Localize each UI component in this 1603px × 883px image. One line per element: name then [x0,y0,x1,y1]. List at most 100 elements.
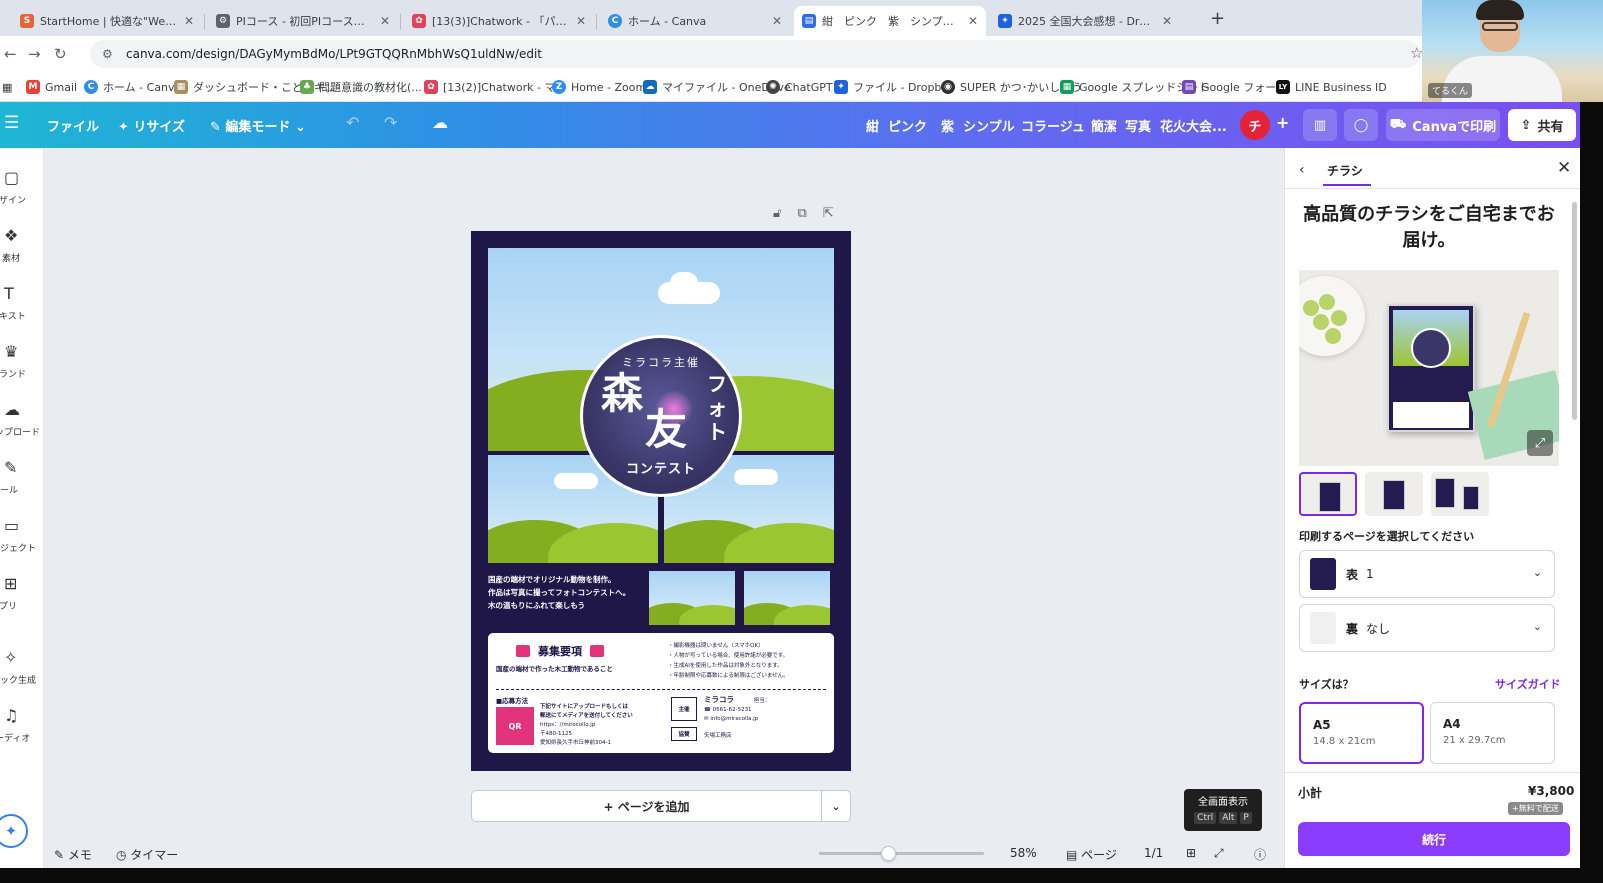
sidebar-item-apps[interactable]: ⊞ アプリ [0,574,44,612]
tab-close-icon[interactable]: ✕ [380,14,390,28]
design-title-word[interactable]: 写真 [1125,116,1151,135]
guidelines-box[interactable]: 募集要項 国産の端材で作った木工動物であること ・撮影機器は問いません（スマホO… [488,633,834,753]
site-settings-icon[interactable]: ⚙ [102,47,116,61]
mockup-thumbnail-2[interactable] [1365,472,1423,516]
browser-tab-6[interactable]: ✦ 2025 全国大会感想 - Dropbox ✕ [990,6,1180,36]
redo-icon[interactable]: ↷ [384,113,397,132]
address-bar[interactable]: ⚙ canva.com/design/DAGyMymBdMo/LPt9GTQQR… [90,40,1420,68]
lock-icon[interactable]: 🔓︎ [773,206,781,221]
duplicate-page-icon[interactable]: ⧉ [797,206,806,221]
forward-arrow-icon[interactable]: → [28,45,41,63]
tab-close-icon[interactable]: ✕ [968,14,978,28]
back-arrow-icon[interactable]: ← [4,45,17,63]
bookmark-chatgpt[interactable]: ✺ ChatGPT [766,78,833,96]
file-menu-button[interactable]: ファイル [47,116,99,135]
tab-close-icon[interactable]: ✕ [1162,14,1172,28]
browser-tab-3[interactable]: ✿ [13(3)]Chatwork - 「パブリックイノ ✕ [404,6,594,36]
share-icon: ⇪ [1520,117,1532,133]
add-page-button[interactable]: + ページを追加 [472,791,822,821]
tab-close-icon[interactable]: ✕ [184,14,194,28]
cloud-saved-icon[interactable]: ☁ [432,113,448,132]
add-page-options-chevron-icon[interactable]: ⌄ [822,800,850,813]
zoom-percentage[interactable]: 58% [1010,846,1037,860]
bookmark-dropbox[interactable]: ✦ ファイル - Dropbox [834,78,954,96]
sidebar-item-projects[interactable]: ▭ プロジェクト [0,516,44,554]
expand-image-icon[interactable]: ⤢ [1527,430,1553,456]
tab-close-icon[interactable]: ✕ [576,14,586,28]
design-title-word[interactable]: 紫 [941,116,954,135]
design-title-word[interactable]: 紺 [866,116,879,135]
help-icon[interactable]: ⓘ [1254,846,1266,863]
comments-button[interactable]: ◯ [1344,109,1378,141]
tab-close-icon[interactable]: ✕ [772,14,782,28]
bookmark-canva[interactable]: C ホーム - Canva [84,78,181,96]
insights-button[interactable]: ▥ [1303,109,1337,141]
design-title-word[interactable]: 花火大会... [1160,116,1227,135]
timer-button[interactable]: ◷ タイマー [116,846,178,863]
print-with-canva-button[interactable]: ⛟ Canvaで印刷 [1386,109,1500,141]
add-page-icon[interactable]: ⇱ [823,206,834,221]
design-title-word[interactable]: ピンク [888,116,927,135]
add-collaborator-icon[interactable]: + [1276,113,1289,132]
close-panel-icon[interactable]: ✕ [1557,158,1571,178]
sidebar-item-uploads[interactable]: ☁ アップロード [0,400,44,438]
bookmark-line[interactable]: LY LINE Business ID [1276,78,1387,96]
webcam-overlay: てるくん [1422,0,1603,102]
zoom-slider-handle[interactable] [881,846,897,861]
zoom-slider[interactable] [819,846,984,861]
sidebar-item-audio[interactable]: ♫ オーディオ [0,706,44,744]
sidebar-item-text[interactable]: T テキスト [0,284,44,322]
size-option-a4[interactable]: A4 21 x 29.7cm [1430,702,1555,764]
sidebar-label: アプリ [0,602,18,612]
sidebar-item-elements[interactable]: ❖ 素材 [0,226,44,264]
photo-frame-small-2[interactable] [744,571,830,625]
browser-tab-4[interactable]: C ホーム - Canva ✕ [600,6,790,36]
bookmark-forms[interactable]: ▤ Google フォーム [1182,78,1287,96]
sidebar-item-brand[interactable]: ♛ ブランド [0,342,44,380]
share-button[interactable]: ⇪ 共有 [1508,109,1576,141]
photo-frame-small-1[interactable] [649,571,735,625]
title-badge[interactable]: ミラコラ主催 森 友 フォト コンテスト [580,335,742,497]
panel-scrollbar[interactable] [1572,202,1577,420]
edit-mode-button[interactable]: ✎ 編集モード ⌄ [210,116,306,135]
design-title-word[interactable]: 簡潔 [1091,116,1117,135]
front-page-select[interactable]: 表 1 ⌄ [1299,550,1555,598]
undo-icon[interactable]: ↶ [346,113,359,132]
bookmark-gmail[interactable]: M Gmail [26,78,77,96]
sidebar-item-design[interactable]: ▢ デザイン [0,168,44,206]
browser-tab-active[interactable]: ▤ 紺 ピンク 紫 シンプル コラー ✕ [794,6,986,36]
sidebar-item-magic[interactable]: ✧ マジック生成 [0,648,44,686]
main-menu-icon[interactable]: ☰ [4,113,19,133]
continue-button[interactable]: 続行 [1298,822,1570,856]
new-tab-button[interactable]: + [1210,8,1225,29]
fullscreen-icon[interactable]: ⤢ [1214,846,1224,861]
mockup-thumbnail-1[interactable] [1299,472,1357,516]
resize-button[interactable]: ✦ リサイズ [118,116,185,135]
size-option-a5[interactable]: A5 14.8 x 21cm [1299,702,1424,764]
canva-assistant-button[interactable]: ✦ [0,814,28,848]
chevron-left-icon[interactable]: ‹ [1299,162,1305,178]
grid-view-icon[interactable]: ⊞ [1186,846,1196,860]
design-title-word[interactable]: シンプル [963,116,1015,135]
user-avatar[interactable]: チ [1240,110,1270,140]
sidebar-item-tools[interactable]: ✎ ツール [0,458,44,496]
sidebar-label: プロジェクト [0,544,37,554]
mockup-thumbnail-3[interactable] [1431,472,1489,516]
tab-title: 紺 ピンク 紫 シンプル コラー [822,15,962,28]
panel-tab-flyer[interactable]: チラシ [1327,162,1363,179]
screen-edge [1580,102,1603,868]
design-title-word[interactable]: コラージュ [1021,116,1085,135]
notes-button[interactable]: ✎ メモ [54,846,92,863]
bookmark-zoom[interactable]: Z Home - Zoom [552,78,646,96]
flyer-description[interactable]: 国産の端材でオリジナル動物を制作。 作品は写真に撮ってフォトコンテストへ。 木の… [488,573,648,612]
back-page-select[interactable]: 裏 なし ⌄ [1299,604,1555,652]
bookmark-chatwork[interactable]: ✿ [13(2)]Chatwork - マ... [424,78,566,96]
flyer-page[interactable]: ミラコラ主催 森 友 フォト コンテスト 国産の端材でオリジナル動物を制作。 作… [471,231,851,771]
browser-tab-1[interactable]: S StartHome | 快適な"Webサイトの ✕ [12,6,202,36]
browser-tab-2[interactable]: ⚙ PIコース - 初回PIコース準備 ✕ [208,6,398,36]
reload-icon[interactable]: ↻ [54,45,67,63]
size-guide-link[interactable]: サイズガイド [1495,676,1561,692]
pages-button[interactable]: ▤ ページ [1066,846,1117,863]
bookmark-kyozai[interactable]: ♣ 問題意識の教材化(... [300,78,422,96]
bookmarks-apps-icon[interactable]: ▦ [2,78,12,96]
